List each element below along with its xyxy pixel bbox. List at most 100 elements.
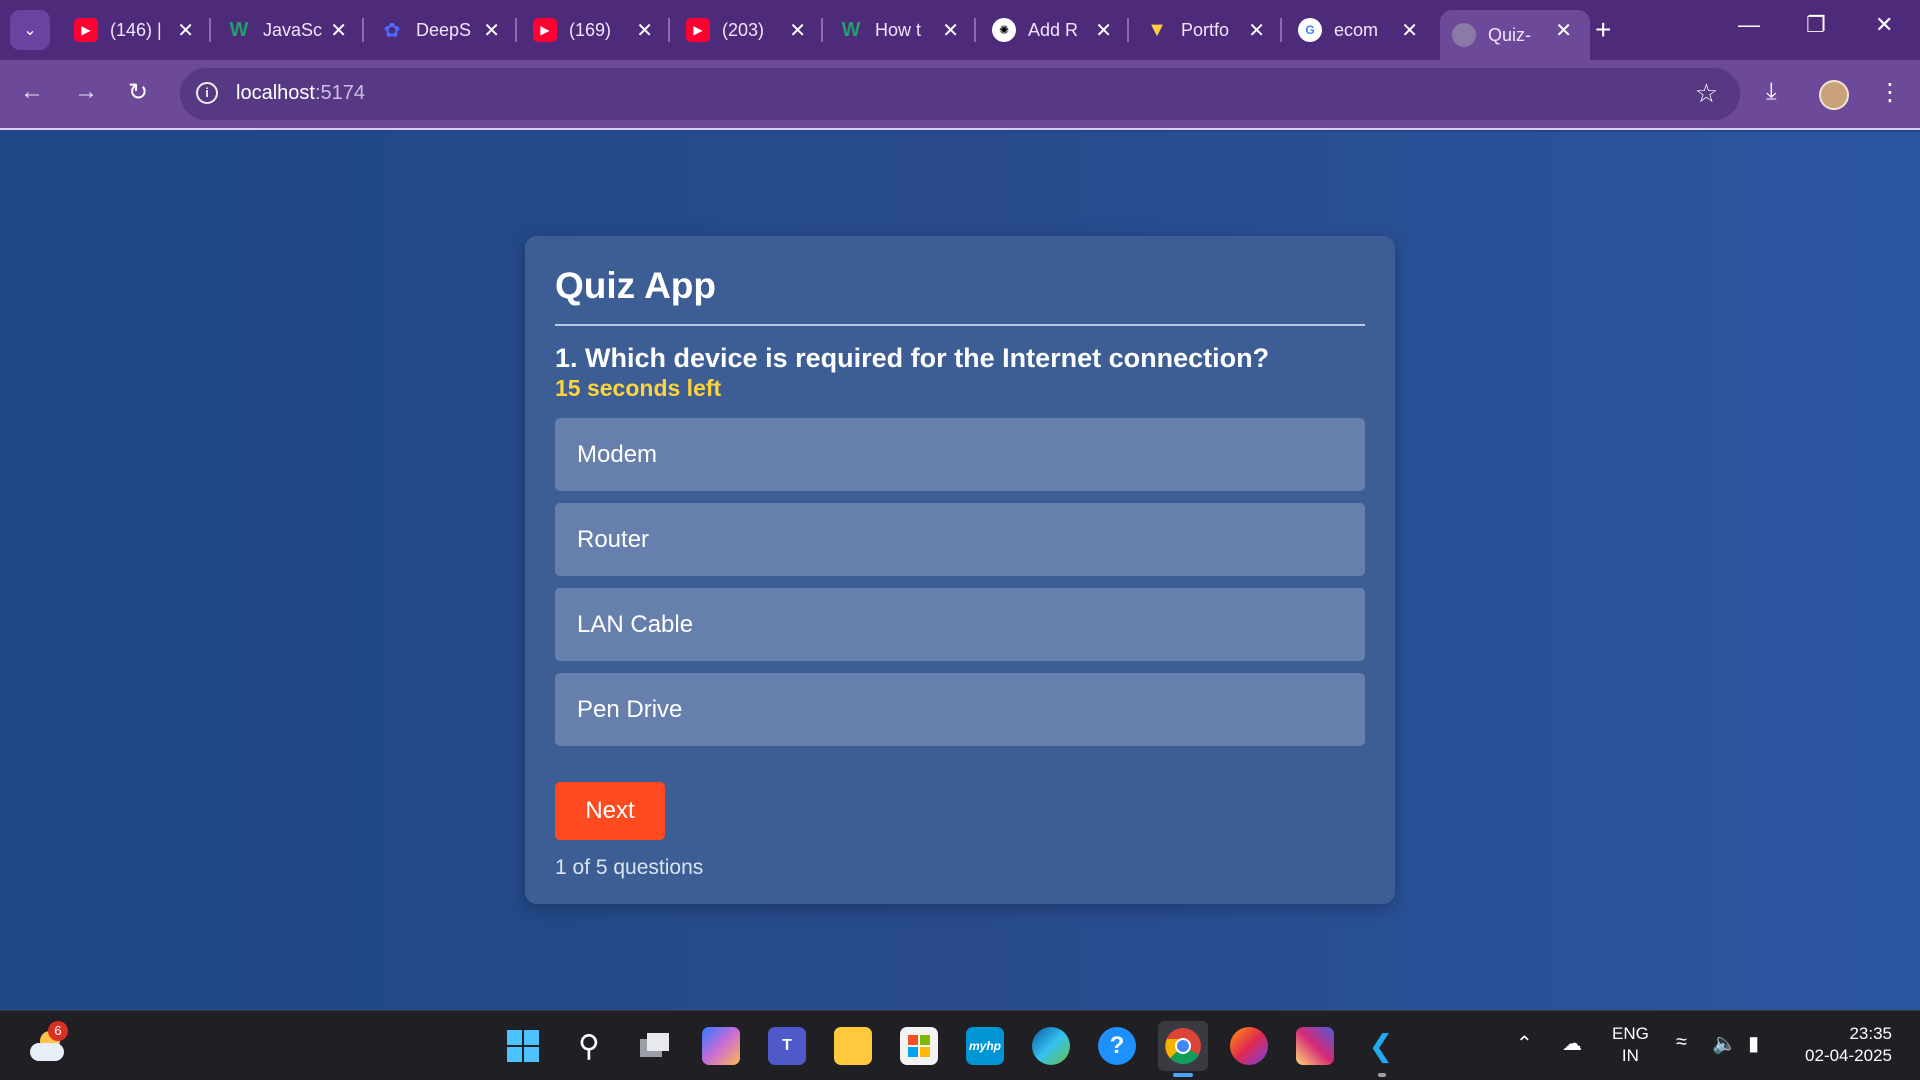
page-background: Quiz App 1. Which device is required for… xyxy=(0,132,1920,1010)
option-button[interactable]: Modem xyxy=(555,418,1365,491)
option-button[interactable]: LAN Cable xyxy=(555,588,1365,661)
tab-title: DeepS xyxy=(416,19,472,40)
tab-title: (169) xyxy=(569,19,612,40)
close-tab-icon[interactable]: ✕ xyxy=(1248,18,1265,43)
download-icon[interactable]: ⤓ xyxy=(1766,78,1777,106)
window-close-icon[interactable]: ✕ xyxy=(1875,12,1893,38)
deepseek-icon: ✿ xyxy=(383,19,401,42)
chrome-app-button[interactable] xyxy=(1158,1021,1208,1071)
tab[interactable]: ▶ (146) | ✕ xyxy=(62,10,212,50)
minimize-icon[interactable]: — xyxy=(1738,12,1760,38)
windows-start-icon[interactable] xyxy=(504,1027,542,1065)
tab-title: How t xyxy=(875,19,922,40)
chevron-up-icon[interactable]: ⌃ xyxy=(1516,1031,1533,1056)
language-indicator[interactable]: ENG IN xyxy=(1612,1023,1649,1067)
battery-icon[interactable]: ▮ xyxy=(1748,1031,1759,1056)
tab-separator xyxy=(974,18,976,42)
vscode-icon[interactable]: ❮ xyxy=(1362,1027,1400,1065)
microsoft-store-icon[interactable] xyxy=(900,1027,938,1065)
copilot-icon[interactable] xyxy=(702,1027,740,1065)
wifi-icon[interactable]: ≈ xyxy=(1676,1031,1687,1054)
language-code: ENG xyxy=(1612,1024,1649,1043)
running-indicator xyxy=(1173,1073,1193,1077)
chrome-icon xyxy=(1165,1028,1201,1064)
youtube-icon: ▶ xyxy=(686,18,710,42)
close-tab-icon[interactable]: ✕ xyxy=(177,18,194,43)
globe-icon xyxy=(1452,23,1476,47)
browser-toolbar: ← → ↻ i localhost:5174 ☆ ⤓ ⋮ xyxy=(0,60,1920,130)
close-tab-icon[interactable]: ✕ xyxy=(942,18,959,43)
option-button[interactable]: Router xyxy=(555,503,1365,576)
forward-arrow-icon[interactable]: → xyxy=(74,78,98,106)
tab-title: Add R xyxy=(1028,19,1079,40)
close-tab-icon[interactable]: ✕ xyxy=(636,18,653,43)
tab[interactable]: ▶ (169) ✕ xyxy=(521,10,671,50)
option-button[interactable]: Pen Drive xyxy=(555,673,1365,746)
more-menu-icon[interactable]: ⋮ xyxy=(1878,78,1902,107)
tab-search-button[interactable]: ⌄ xyxy=(10,10,50,50)
tab-active[interactable]: Quiz- ✕ xyxy=(1440,10,1590,60)
question-progress: 1 of 5 questions xyxy=(555,856,704,879)
restore-icon[interactable]: ❐ xyxy=(1806,12,1826,38)
chatgpt-icon: ✺ xyxy=(992,18,1016,42)
close-tab-icon[interactable]: ✕ xyxy=(1401,18,1418,43)
volume-icon[interactable]: 🔈 xyxy=(1712,1031,1737,1056)
get-help-icon[interactable]: ? xyxy=(1098,1027,1136,1065)
tab[interactable]: G ecom ✕ xyxy=(1286,10,1436,50)
file-explorer-icon[interactable] xyxy=(834,1027,872,1065)
quiz-card: Quiz App 1. Which device is required for… xyxy=(525,236,1395,904)
browser-tab-bar: ⌄ ▶ (146) | ✕ W JavaSc ✕ ✿ DeepS ✕ ▶ (16… xyxy=(0,0,1920,60)
reload-icon[interactable]: ↻ xyxy=(128,78,148,107)
myhp-icon[interactable]: myhp xyxy=(966,1027,1004,1065)
address-bar[interactable]: i localhost:5174 ☆ xyxy=(180,68,1740,120)
new-tab-plus-icon[interactable]: + xyxy=(1595,14,1611,46)
instagram-icon[interactable] xyxy=(1296,1027,1334,1065)
firefox-icon[interactable] xyxy=(1230,1027,1268,1065)
bookmark-star-icon[interactable]: ☆ xyxy=(1695,78,1718,109)
tab-separator xyxy=(668,18,670,42)
tab-title: JavaSc xyxy=(263,19,323,40)
tab-separator xyxy=(362,18,364,42)
teams-icon[interactable]: T xyxy=(768,1027,806,1065)
site-info-icon[interactable]: i xyxy=(196,82,218,104)
url-host: localhost xyxy=(236,82,315,104)
tab-separator xyxy=(1280,18,1282,42)
tab-title: ecom xyxy=(1334,19,1379,40)
close-tab-icon[interactable]: ✕ xyxy=(1095,18,1112,43)
vite-icon: ▼ xyxy=(1147,18,1167,41)
tab-separator xyxy=(821,18,823,42)
tab-title: (146) | xyxy=(110,19,162,40)
question-text: 1. Which device is required for the Inte… xyxy=(555,343,1270,373)
address-url[interactable]: localhost:5174 xyxy=(236,82,365,105)
close-tab-icon[interactable]: ✕ xyxy=(1555,18,1572,43)
tab-separator xyxy=(209,18,211,42)
task-view-icon[interactable] xyxy=(636,1027,674,1065)
next-button[interactable]: Next xyxy=(555,782,665,840)
tab[interactable]: ✺ Add R ✕ xyxy=(980,10,1130,50)
close-tab-icon[interactable]: ✕ xyxy=(483,18,500,43)
tab-separator xyxy=(515,18,517,42)
onedrive-cloud-icon[interactable]: ☁ xyxy=(1562,1031,1582,1056)
running-indicator xyxy=(1378,1073,1386,1077)
app-title: Quiz App xyxy=(555,265,716,306)
tab[interactable]: ▼ Portfo ✕ xyxy=(1133,10,1283,50)
close-tab-icon[interactable]: ✕ xyxy=(330,18,347,43)
cloud-icon xyxy=(30,1043,64,1061)
close-tab-icon[interactable]: ✕ xyxy=(789,18,806,43)
edge-icon[interactable] xyxy=(1032,1027,1070,1065)
tab[interactable]: W How t ✕ xyxy=(827,10,977,50)
tab-title: (203) xyxy=(722,19,765,40)
tab[interactable]: W JavaSc ✕ xyxy=(215,10,365,50)
youtube-icon: ▶ xyxy=(533,18,557,42)
profile-avatar[interactable] xyxy=(1819,80,1849,110)
tab-separator xyxy=(1127,18,1129,42)
tab[interactable]: ✿ DeepS ✕ xyxy=(368,10,518,50)
url-port: :5174 xyxy=(314,82,365,104)
timer-text: 15 seconds left xyxy=(555,375,722,401)
back-arrow-icon[interactable]: ← xyxy=(20,78,44,106)
search-icon[interactable]: ⚲ xyxy=(570,1027,608,1065)
system-clock[interactable]: 23:35 02-04-2025 xyxy=(1805,1023,1892,1067)
tab[interactable]: ▶ (203) ✕ xyxy=(674,10,824,50)
weather-widget[interactable]: 6 xyxy=(28,1021,68,1063)
title-divider xyxy=(555,324,1365,326)
